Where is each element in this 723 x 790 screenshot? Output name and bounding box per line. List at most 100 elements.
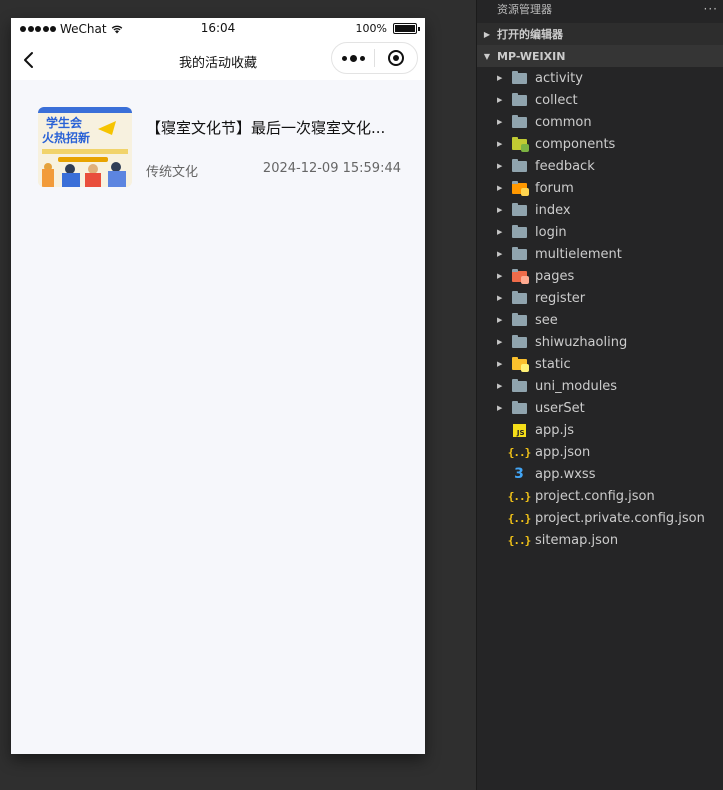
folder-label: see [535,312,558,328]
chevron-right-icon: ▶ [497,96,503,104]
folder-multielement[interactable]: ▶ multielement [477,243,723,265]
folder-icon [511,158,527,173]
folder-label: components [535,136,616,152]
folder-icon [511,92,527,107]
file-project-private-config-json[interactable]: {..} project.private.config.json [477,507,723,529]
folder-index[interactable]: ▶ index [477,199,723,221]
svg-text:火热招新: 火热招新 [42,130,90,145]
folder-pages[interactable]: ▶ pages [477,265,723,287]
folder-feedback[interactable]: ▶ feedback [477,155,723,177]
chevron-right-icon: ▶ [497,228,503,236]
chevron-right-icon: ▶ [497,140,503,148]
folder-label: pages [535,268,575,284]
folder-register[interactable]: ▶ register [477,287,723,309]
chevron-right-icon: ▶ [497,184,503,192]
folder-login[interactable]: ▶ login [477,221,723,243]
json-icon: {..} [507,533,531,547]
explorer-title: 资源管理器 [497,3,552,16]
folder-forum[interactable]: ▶ forum [477,177,723,199]
open-editors-label: 打开的编辑器 [497,28,563,41]
folder-collect[interactable]: ▶ collect [477,89,723,111]
chevron-right-icon: ▶ [497,162,503,170]
folder-uni-modules[interactable]: ▶ uni_modules [477,375,723,397]
file-tree: ▶ activity ▶ collect ▶ common ▶ componen… [477,67,723,551]
status-bar: WeChat 16:04 100% [11,18,425,40]
status-right: 100% [355,22,420,35]
folder-icon [511,312,527,327]
folder-activity[interactable]: ▶ activity [477,67,723,89]
battery-icon [393,23,420,34]
file-project-config-json[interactable]: {..} project.config.json [477,485,723,507]
activity-date: 2024-12-09 15:59:44 [262,161,401,176]
ellipsis-icon[interactable]: ··· [704,2,718,16]
folder-icon [511,114,527,129]
folder-components[interactable]: ▶ components [477,133,723,155]
folder-userset[interactable]: ▶ userSet [477,397,723,419]
file-app-json[interactable]: {..} app.json [477,441,723,463]
folder-label: collect [535,92,578,108]
folder-label: forum [535,180,574,196]
file-label: project.config.json [535,488,655,504]
favorite-activity-card[interactable]: 学生会 火热招新 【寝室文化节】最后一次寝室文化... 传统文化 2024-12… [38,106,408,188]
file-app-wxss[interactable]: 3 app.wxss [477,463,723,485]
chevron-down-icon: ▼ [483,51,491,61]
json-icon: {..} [507,445,531,459]
file-label: sitemap.json [535,532,619,548]
activity-title: 【寝室文化节】最后一次寝室文化... [146,119,386,137]
chevron-right-icon: ▶ [497,404,503,412]
folder-static[interactable]: ▶ static [477,353,723,375]
navigation-bar: 我的活动收藏 [11,40,425,80]
chevron-right-icon: ▶ [497,250,503,258]
folder-label: activity [535,70,583,86]
folder-label: common [535,114,592,130]
folder-icon [511,70,527,85]
json-icon: {..} [507,511,531,525]
folder-icon [511,378,527,393]
file-label: app.json [535,444,591,460]
poster-image: 学生会 火热招新 [38,107,132,187]
components-folder-icon [511,136,529,152]
folder-icon [511,400,527,415]
file-label: project.private.config.json [535,510,705,526]
activity-thumbnail: 学生会 火热招新 [38,107,132,187]
static-folder-icon [511,356,529,372]
chevron-right-icon: ▶ [497,294,503,302]
file-explorer-panel: 资源管理器 ··· ▶ 打开的编辑器 ▼ MP-WEIXIN ▶ activit… [476,0,723,790]
pages-folder-icon [511,268,529,284]
folder-label: register [535,290,586,306]
file-app-js[interactable]: JS app.js [477,419,723,441]
activity-category: 传统文化 [146,165,199,180]
chevron-right-icon: ▶ [497,382,503,390]
folder-label: feedback [535,158,595,174]
forum-folder-icon [511,180,529,196]
target-icon [388,50,404,66]
chevron-right-icon: ▶ [497,338,503,346]
folder-icon [511,202,527,217]
folder-see[interactable]: ▶ see [477,309,723,331]
folder-label: login [535,224,567,240]
folder-label: multielement [535,246,622,262]
json-icon: {..} [507,489,531,503]
folder-shiwuzhaoling[interactable]: ▶ shiwuzhaoling [477,331,723,353]
folder-common[interactable]: ▶ common [477,111,723,133]
close-miniprogram-button[interactable] [375,43,417,73]
simulator-area: WeChat 16:04 100% 我的活动收藏 学生会 火热招新 【寝室文化节… [0,0,476,790]
file-sitemap-json[interactable]: {..} sitemap.json [477,529,723,551]
open-editors-section[interactable]: ▶ 打开的编辑器 [477,23,723,45]
explorer-header: 资源管理器 ··· [477,0,723,18]
project-section[interactable]: ▼ MP-WEIXIN [477,45,723,67]
battery-percent: 100% [355,22,387,35]
more-options-button[interactable] [332,43,374,73]
folder-icon [511,224,527,239]
folder-label: static [535,356,571,372]
folder-label: shiwuzhaoling [535,334,628,350]
chevron-right-icon: ▶ [483,29,491,39]
chevron-right-icon: ▶ [497,360,503,368]
file-label: app.wxss [535,466,596,482]
folder-label: userSet [535,400,585,416]
chevron-right-icon: ▶ [497,206,503,214]
folder-label: uni_modules [535,378,618,394]
folder-icon [511,334,527,349]
js-icon: JS [511,423,527,437]
folder-icon [511,290,527,305]
